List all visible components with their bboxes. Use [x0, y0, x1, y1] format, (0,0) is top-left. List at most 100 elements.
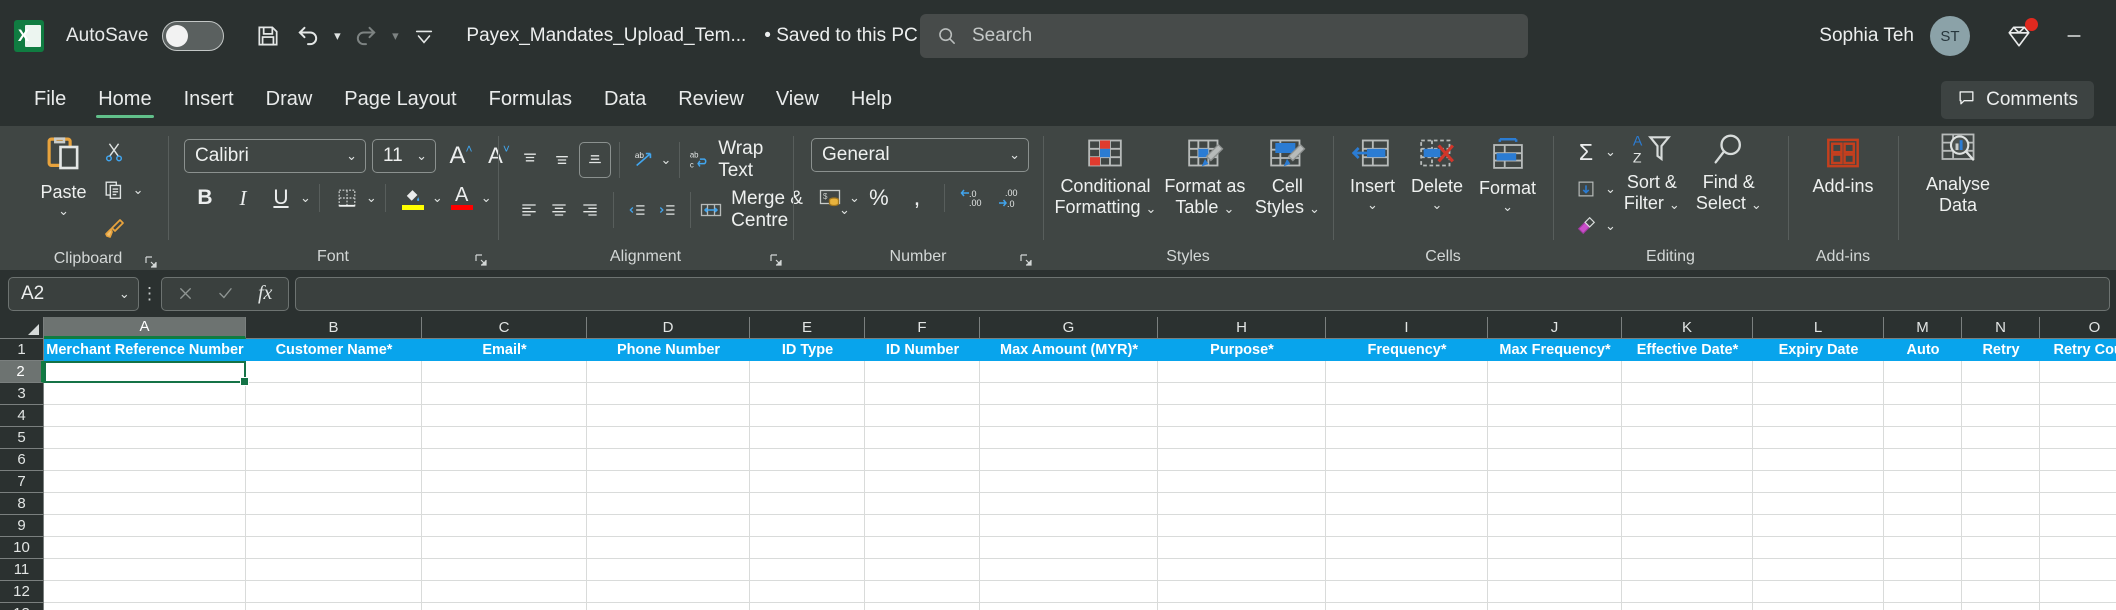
cell-H7[interactable] — [1158, 471, 1326, 493]
cell-H12[interactable] — [1158, 581, 1326, 603]
redo-dropdown-caret[interactable]: ▾ — [386, 16, 404, 56]
insert-cells-button[interactable]: Insert ⌄ — [1342, 130, 1403, 213]
column-header-G[interactable]: G — [980, 317, 1158, 339]
tab-view[interactable]: View — [760, 72, 835, 126]
undo-dropdown-caret[interactable]: ▾ — [328, 16, 346, 56]
clear-caret[interactable]: ⌄ — [1605, 218, 1616, 234]
cell-O13[interactable] — [2040, 603, 2116, 610]
column-header-L[interactable]: L — [1753, 317, 1884, 339]
cell-F10[interactable] — [865, 537, 980, 559]
column-header-B[interactable]: B — [246, 317, 422, 339]
copy-dropdown-caret[interactable]: ⌄ — [133, 182, 144, 198]
cell-O9[interactable] — [2040, 515, 2116, 537]
cell-J10[interactable] — [1488, 537, 1622, 559]
autosave-toggle[interactable] — [162, 21, 225, 51]
cell-H4[interactable] — [1158, 405, 1326, 427]
column-header-D[interactable]: D — [587, 317, 750, 339]
cell-H11[interactable] — [1158, 559, 1326, 581]
cell-A3[interactable] — [44, 383, 246, 405]
cell-L12[interactable] — [1753, 581, 1884, 603]
autosum-caret[interactable]: ⌄ — [1605, 144, 1616, 160]
cell-H6[interactable] — [1158, 449, 1326, 471]
autosum-button[interactable]: Σ — [1567, 134, 1605, 170]
add-ins-button[interactable]: Add-ins — [1804, 130, 1881, 197]
cell-B9[interactable] — [246, 515, 422, 537]
cell-M2[interactable] — [1884, 361, 1962, 383]
cell-O8[interactable] — [2040, 493, 2116, 515]
cell-A9[interactable] — [44, 515, 246, 537]
cell-I10[interactable] — [1326, 537, 1488, 559]
cell-I12[interactable] — [1326, 581, 1488, 603]
cell-M1[interactable]: Auto — [1884, 339, 1962, 361]
cell-L5[interactable] — [1753, 427, 1884, 449]
cell-J11[interactable] — [1488, 559, 1622, 581]
tab-help[interactable]: Help — [835, 72, 908, 126]
number-format-select[interactable]: General ⌄ — [811, 138, 1029, 172]
tab-home[interactable]: Home — [82, 72, 167, 126]
cell-F6[interactable] — [865, 449, 980, 471]
cell-C8[interactable] — [422, 493, 587, 515]
cell-I9[interactable] — [1326, 515, 1488, 537]
column-header-J[interactable]: J — [1488, 317, 1622, 339]
paste-button[interactable]: Paste ⌄ — [33, 130, 95, 219]
cell-D2[interactable] — [587, 361, 750, 383]
cell-B13[interactable] — [246, 603, 422, 610]
borders-button[interactable] — [328, 180, 366, 216]
cell-F13[interactable] — [865, 603, 980, 610]
tab-review[interactable]: Review — [662, 72, 760, 126]
cell-D9[interactable] — [587, 515, 750, 537]
clear-button[interactable] — [1567, 208, 1605, 244]
row-header-3[interactable]: 3 — [0, 383, 44, 405]
underline-button[interactable]: U — [262, 180, 300, 216]
cell-K2[interactable] — [1622, 361, 1753, 383]
cell-H10[interactable] — [1158, 537, 1326, 559]
column-header-K[interactable]: K — [1622, 317, 1753, 339]
cell-I2[interactable] — [1326, 361, 1488, 383]
tab-insert[interactable]: Insert — [168, 72, 250, 126]
cell-N12[interactable] — [1962, 581, 2040, 603]
tab-data[interactable]: Data — [588, 72, 662, 126]
comma-style-button[interactable]: , — [898, 180, 936, 216]
save-status[interactable]: • Saved to this PC ⌄ — [764, 25, 938, 47]
cell-N10[interactable] — [1962, 537, 2040, 559]
cell-J12[interactable] — [1488, 581, 1622, 603]
format-as-table-caret[interactable]: ⌄ — [1223, 201, 1234, 216]
cell-M10[interactable] — [1884, 537, 1962, 559]
cell-N1[interactable]: Retry — [1962, 339, 2040, 361]
row-header-6[interactable]: 6 — [0, 449, 44, 471]
wrap-text-button[interactable]: ab c Wrap Text — [688, 138, 792, 182]
cell-L13[interactable] — [1753, 603, 1884, 610]
tab-formulas[interactable]: Formulas — [473, 72, 588, 126]
cell-O2[interactable] — [2040, 361, 2116, 383]
align-middle-button[interactable] — [546, 142, 578, 178]
cell-G9[interactable] — [980, 515, 1158, 537]
cell-D5[interactable] — [587, 427, 750, 449]
increase-indent-button[interactable] — [652, 192, 682, 228]
cell-B2[interactable] — [246, 361, 422, 383]
cell-G13[interactable] — [980, 603, 1158, 610]
cell-I8[interactable] — [1326, 493, 1488, 515]
align-right-button[interactable] — [575, 192, 605, 228]
conditional-formatting-button[interactable]: Conditional Formatting ⌄ — [1051, 130, 1160, 219]
cell-F11[interactable] — [865, 559, 980, 581]
column-header-E[interactable]: E — [750, 317, 865, 339]
cell-J9[interactable] — [1488, 515, 1622, 537]
cell-N2[interactable] — [1962, 361, 2040, 383]
cell-M7[interactable] — [1884, 471, 1962, 493]
cell-M3[interactable] — [1884, 383, 1962, 405]
cell-C6[interactable] — [422, 449, 587, 471]
conditional-formatting-caret[interactable]: ⌄ — [1146, 201, 1157, 216]
cell-O3[interactable] — [2040, 383, 2116, 405]
avatar[interactable]: ST — [1930, 16, 1970, 56]
cell-L11[interactable] — [1753, 559, 1884, 581]
cell-E2[interactable] — [750, 361, 865, 383]
cell-D13[interactable] — [587, 603, 750, 610]
cell-B8[interactable] — [246, 493, 422, 515]
cell-G10[interactable] — [980, 537, 1158, 559]
align-top-button[interactable] — [514, 142, 546, 178]
cell-L3[interactable] — [1753, 383, 1884, 405]
cell-C9[interactable] — [422, 515, 587, 537]
increase-font-size-button[interactable]: A ˄ — [442, 138, 480, 174]
cell-A5[interactable] — [44, 427, 246, 449]
cell-I5[interactable] — [1326, 427, 1488, 449]
